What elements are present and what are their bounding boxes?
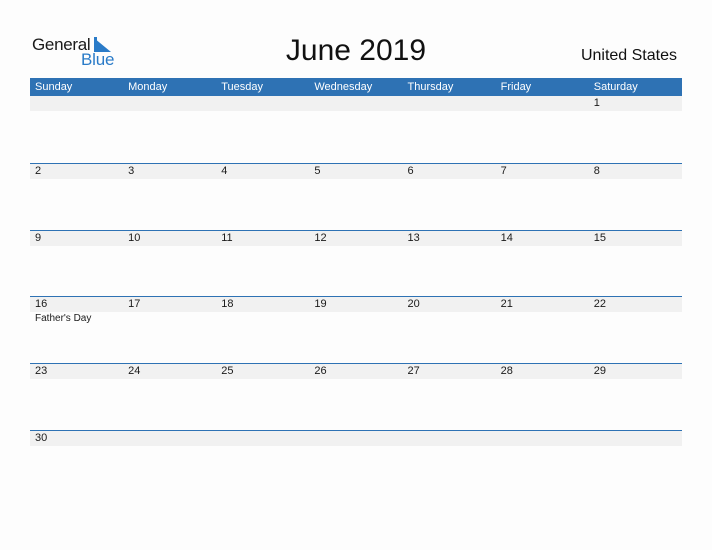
- weekday-wednesday: Wednesday: [314, 81, 373, 93]
- week-row: 30: [30, 430, 682, 446]
- date-strip: 16 17 18 19 20 21 22: [30, 297, 682, 312]
- day-number: [589, 431, 682, 446]
- day-number: 28: [500, 365, 513, 377]
- day-number: [216, 96, 309, 111]
- holiday-label: [589, 312, 682, 325]
- day-number: 14: [500, 232, 513, 244]
- day-number: 6: [407, 165, 414, 177]
- day-number: 27: [407, 365, 420, 377]
- week-row: 9 10 11 12 13 14 15: [30, 230, 682, 246]
- weekday-sunday: Sunday: [35, 81, 73, 93]
- date-strip: 2 3 4 5 6 7 8: [30, 164, 682, 179]
- day-number: 25: [221, 365, 234, 377]
- holiday-label: [216, 312, 309, 325]
- holiday-label: Father's Day: [35, 313, 92, 324]
- weekday-friday: Friday: [500, 81, 532, 93]
- day-number: [123, 96, 216, 111]
- day-number: 17: [128, 298, 141, 310]
- date-strip: 9 10 11 12 13 14 15: [30, 231, 682, 246]
- date-strip: 23 24 25 26 27 28 29: [30, 364, 682, 379]
- day-number: [309, 431, 402, 446]
- day-number: [496, 96, 589, 111]
- day-number: 29: [593, 365, 606, 377]
- weekday-monday: Monday: [128, 81, 168, 93]
- day-number: [123, 431, 216, 446]
- day-number: [30, 96, 123, 111]
- day-number: 20: [407, 298, 420, 310]
- day-number: 15: [593, 232, 606, 244]
- day-number: 10: [128, 232, 141, 244]
- day-number: [403, 431, 496, 446]
- day-number: 30: [35, 432, 48, 444]
- date-strip: 30: [30, 431, 682, 446]
- day-number: 16: [35, 298, 48, 310]
- day-number: 8: [593, 165, 600, 177]
- day-number: [309, 96, 402, 111]
- day-number: 22: [593, 298, 606, 310]
- holiday-label: [403, 312, 496, 325]
- week-row: 1: [30, 96, 682, 111]
- day-number: 1: [593, 97, 600, 109]
- day-number: 12: [314, 232, 327, 244]
- holiday-label: [496, 312, 589, 325]
- day-number: 23: [35, 365, 48, 377]
- weekday-thursday: Thursday: [407, 81, 454, 93]
- day-number: [496, 431, 589, 446]
- day-number: 18: [221, 298, 234, 310]
- day-number: [216, 431, 309, 446]
- day-number: 13: [407, 232, 420, 244]
- day-number: 19: [314, 298, 327, 310]
- weekday-tuesday: Tuesday: [221, 81, 264, 93]
- events-row: Father's Day: [30, 312, 682, 325]
- day-number: 4: [221, 165, 228, 177]
- day-number: 5: [314, 165, 321, 177]
- day-number: 26: [314, 365, 327, 377]
- day-number: 9: [35, 232, 42, 244]
- day-number: 21: [500, 298, 513, 310]
- day-number: [403, 96, 496, 111]
- day-number: 11: [221, 232, 233, 244]
- week-row: 23 24 25 26 27 28 29: [30, 363, 682, 379]
- week-row: 16 17 18 19 20 21 22 Father's Day: [30, 296, 682, 325]
- day-number: 24: [128, 365, 141, 377]
- country-label: United States: [580, 47, 677, 64]
- weekday-saturday: Saturday: [593, 81, 638, 93]
- week-row: 2 3 4 5 6 7 8: [30, 163, 682, 179]
- date-strip: 1: [30, 96, 682, 111]
- day-number: 2: [35, 165, 42, 177]
- holiday-label: [309, 312, 402, 325]
- holiday-label: [123, 312, 216, 325]
- day-number: 7: [500, 165, 507, 177]
- weekday-header: Sunday Monday Tuesday Wednesday Thursday…: [30, 78, 682, 96]
- day-number: 3: [128, 165, 135, 177]
